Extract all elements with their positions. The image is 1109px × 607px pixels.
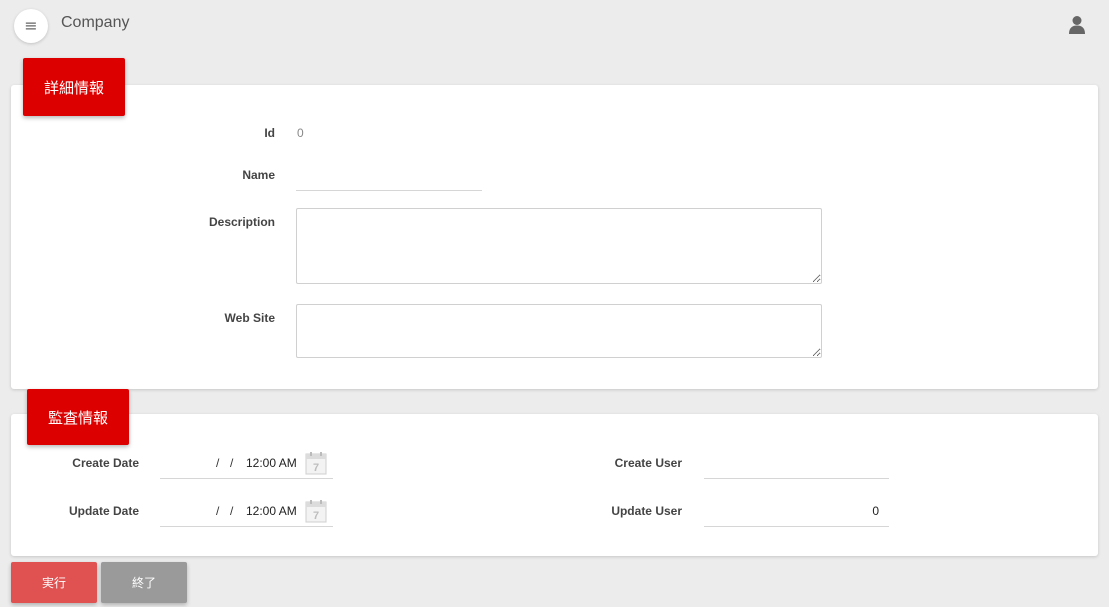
page-title: Company bbox=[61, 14, 130, 31]
date-separator: / bbox=[216, 456, 220, 470]
create-user-label: Create User bbox=[614, 456, 682, 470]
description-label: Description bbox=[208, 215, 275, 229]
top-bar: ≡ Company bbox=[0, 0, 1109, 52]
user-icon[interactable] bbox=[1068, 15, 1086, 35]
close-button[interactable]: 終了 bbox=[101, 562, 187, 603]
execute-button[interactable]: 実行 bbox=[11, 562, 97, 603]
svg-text:7: 7 bbox=[313, 510, 319, 522]
update-date-field[interactable]: / / 12:00 AM 7 bbox=[160, 496, 333, 527]
date-separator: / bbox=[230, 504, 234, 518]
id-value: 0 bbox=[297, 126, 304, 140]
update-user-label: Update User bbox=[611, 504, 682, 518]
date-separator: / bbox=[230, 456, 234, 470]
detail-info-heading: 詳細情報 bbox=[23, 58, 125, 116]
update-date-label: Update Date bbox=[68, 504, 139, 518]
update-user-value: 0 bbox=[872, 504, 879, 518]
create-user-field[interactable] bbox=[704, 448, 889, 479]
create-time-value: 12:00 AM bbox=[246, 456, 297, 470]
hamburger-menu-icon: ≡ bbox=[24, 16, 38, 35]
calendar-icon[interactable]: 7 bbox=[305, 499, 327, 523]
audit-info-card bbox=[11, 414, 1098, 556]
calendar-icon[interactable]: 7 bbox=[305, 451, 327, 475]
website-label: Web Site bbox=[224, 311, 275, 325]
name-label: Name bbox=[242, 168, 275, 182]
create-date-label: Create Date bbox=[72, 456, 139, 470]
update-time-value: 12:00 AM bbox=[246, 504, 297, 518]
create-date-field[interactable]: / / 12:00 AM 7 bbox=[160, 448, 333, 479]
update-user-field[interactable]: 0 bbox=[704, 496, 889, 527]
svg-text:7: 7 bbox=[313, 462, 319, 474]
website-textarea[interactable] bbox=[296, 304, 822, 358]
description-textarea[interactable] bbox=[296, 208, 822, 284]
hamburger-menu-button[interactable]: ≡ bbox=[14, 9, 48, 43]
date-separator: / bbox=[216, 504, 220, 518]
name-input[interactable] bbox=[296, 168, 482, 191]
audit-info-heading: 監査情報 bbox=[27, 389, 129, 445]
id-label: Id bbox=[264, 126, 275, 140]
